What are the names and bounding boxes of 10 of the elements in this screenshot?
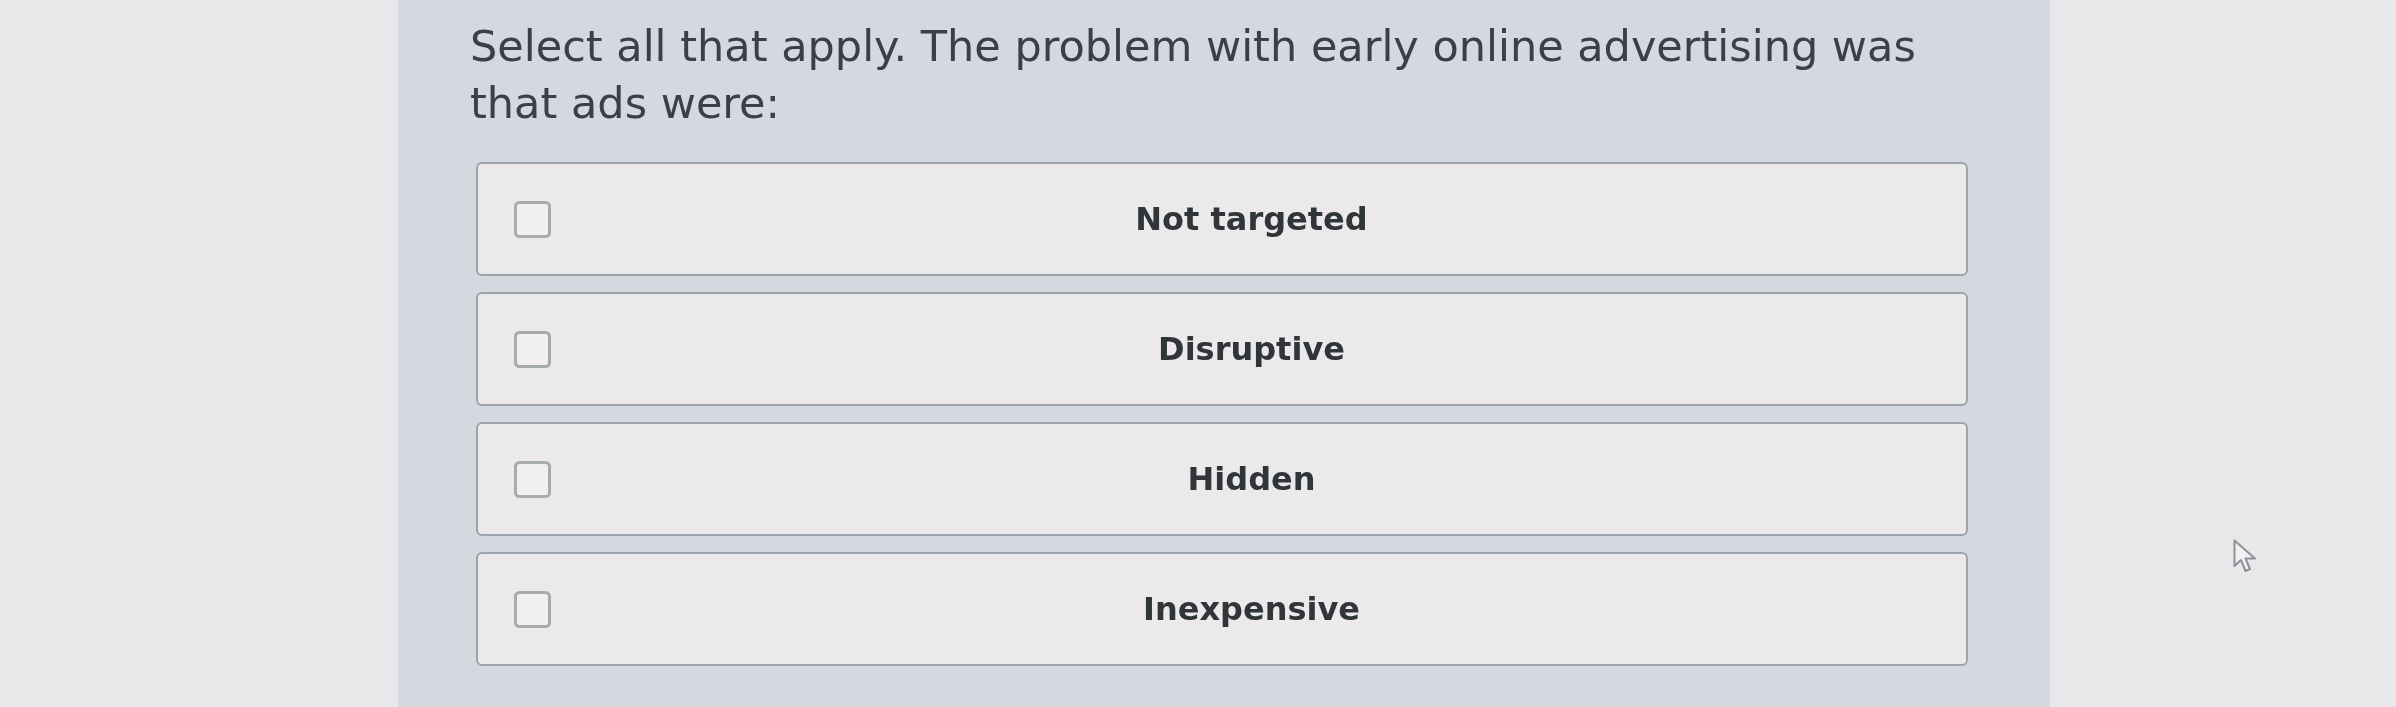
answer-option[interactable]: Disruptive [476, 292, 1968, 406]
mouse-pointer-icon [2233, 539, 2259, 573]
checkbox[interactable] [514, 330, 551, 368]
answer-option[interactable]: Inexpensive [476, 552, 1968, 666]
question-text: Select all that apply. The problem with early online advertising was that ads were: [470, 20, 1917, 130]
answer-option[interactable]: Not targeted [476, 162, 1968, 276]
checkbox[interactable] [514, 200, 551, 238]
checkbox[interactable] [514, 590, 551, 628]
answer-option[interactable]: Hidden [476, 422, 1968, 536]
checkbox[interactable] [514, 460, 551, 498]
